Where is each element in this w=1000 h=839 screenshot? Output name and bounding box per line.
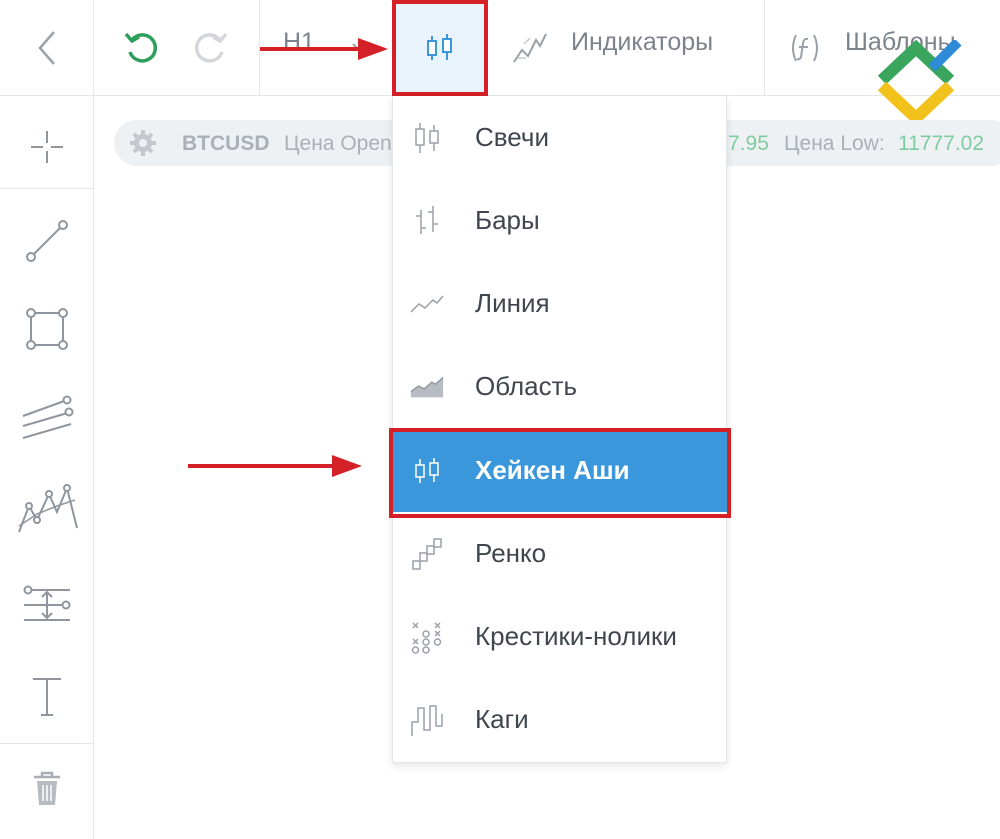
high-price-value: 7.95 [728, 132, 769, 155]
delete-drawings-button[interactable] [0, 756, 93, 822]
chart-type-label: Область [475, 371, 578, 401]
trend-line-icon [25, 220, 68, 262]
measure-icon [23, 585, 70, 621]
redo-button[interactable] [186, 26, 234, 70]
annotation-arrow-left [188, 455, 362, 477]
toolbar-divider [764, 0, 765, 96]
low-price-value: 11777.02 [898, 132, 985, 155]
chart-type-label: Ренко [475, 538, 547, 568]
settings-gear-icon[interactable] [128, 128, 158, 158]
candles-icon [409, 120, 445, 156]
pattern-tool[interactable] [0, 474, 93, 550]
point-figure-icon [409, 619, 445, 655]
symbol-name: BTCUSD [182, 132, 270, 155]
parallel-channel-icon [22, 395, 73, 439]
chart-type-point-figure[interactable]: Крестики-нолики [393, 595, 727, 678]
parallel-channel-tool[interactable] [0, 384, 93, 454]
trash-icon [33, 771, 60, 805]
brand-logo [877, 40, 962, 126]
chart-type-label: Свечи [475, 122, 549, 152]
text-icon [32, 678, 61, 716]
function-icon [792, 34, 818, 62]
chart-type-label: Крестики-нолики [475, 621, 677, 651]
drawing-toolbar [0, 96, 94, 839]
chart-type-kagi[interactable]: Каги [393, 678, 727, 761]
bars-icon [409, 203, 445, 239]
rectangle-icon [25, 308, 68, 350]
text-tool[interactable] [0, 662, 93, 732]
rectangle-tool[interactable] [0, 294, 93, 364]
chart-type-candles[interactable]: Свечи [393, 96, 727, 179]
chart-type-label: Линия [475, 288, 550, 318]
chevron-left-icon [37, 31, 55, 65]
undo-button[interactable] [118, 26, 166, 70]
toolbar-divider [0, 743, 93, 744]
area-chart-icon [409, 369, 445, 405]
measure-tool[interactable] [0, 570, 93, 640]
toolbar-divider [93, 0, 94, 96]
redo-icon [194, 32, 228, 63]
indicators-icon-wrap[interactable] [508, 26, 552, 70]
chart-type-label: Бары [475, 205, 540, 235]
chart-type-area[interactable]: Область [393, 345, 727, 428]
templates-icon-wrap[interactable] [784, 27, 826, 69]
kagi-icon [409, 702, 445, 738]
indicators-button[interactable]: Индикаторы [571, 28, 713, 57]
chart-type-bars[interactable]: Бары [393, 179, 727, 262]
chart-type-renko[interactable]: Ренко [393, 512, 727, 595]
open-price-label: Цена Open [284, 132, 392, 155]
top-toolbar: H1 Индикаторы Шаблоны [0, 0, 1000, 126]
pattern-icon [17, 484, 78, 533]
selected-item-highlight [389, 428, 731, 518]
trend-line-tool[interactable] [0, 206, 93, 276]
annotation-arrow-top [260, 38, 388, 60]
indicators-icon [513, 33, 547, 63]
crosshair-icon [30, 131, 63, 163]
back-button[interactable] [0, 0, 93, 96]
chart-type-label: Каги [475, 704, 529, 734]
low-price-label: Цена Low: [784, 132, 885, 155]
line-chart-icon [409, 286, 445, 322]
crosshair-tool[interactable] [0, 116, 93, 178]
chart-type-line[interactable]: Линия [393, 262, 727, 345]
chart-type-highlight [392, 0, 488, 96]
undo-icon [124, 32, 158, 63]
toolbar-divider [0, 188, 93, 189]
renko-icon [409, 536, 445, 572]
